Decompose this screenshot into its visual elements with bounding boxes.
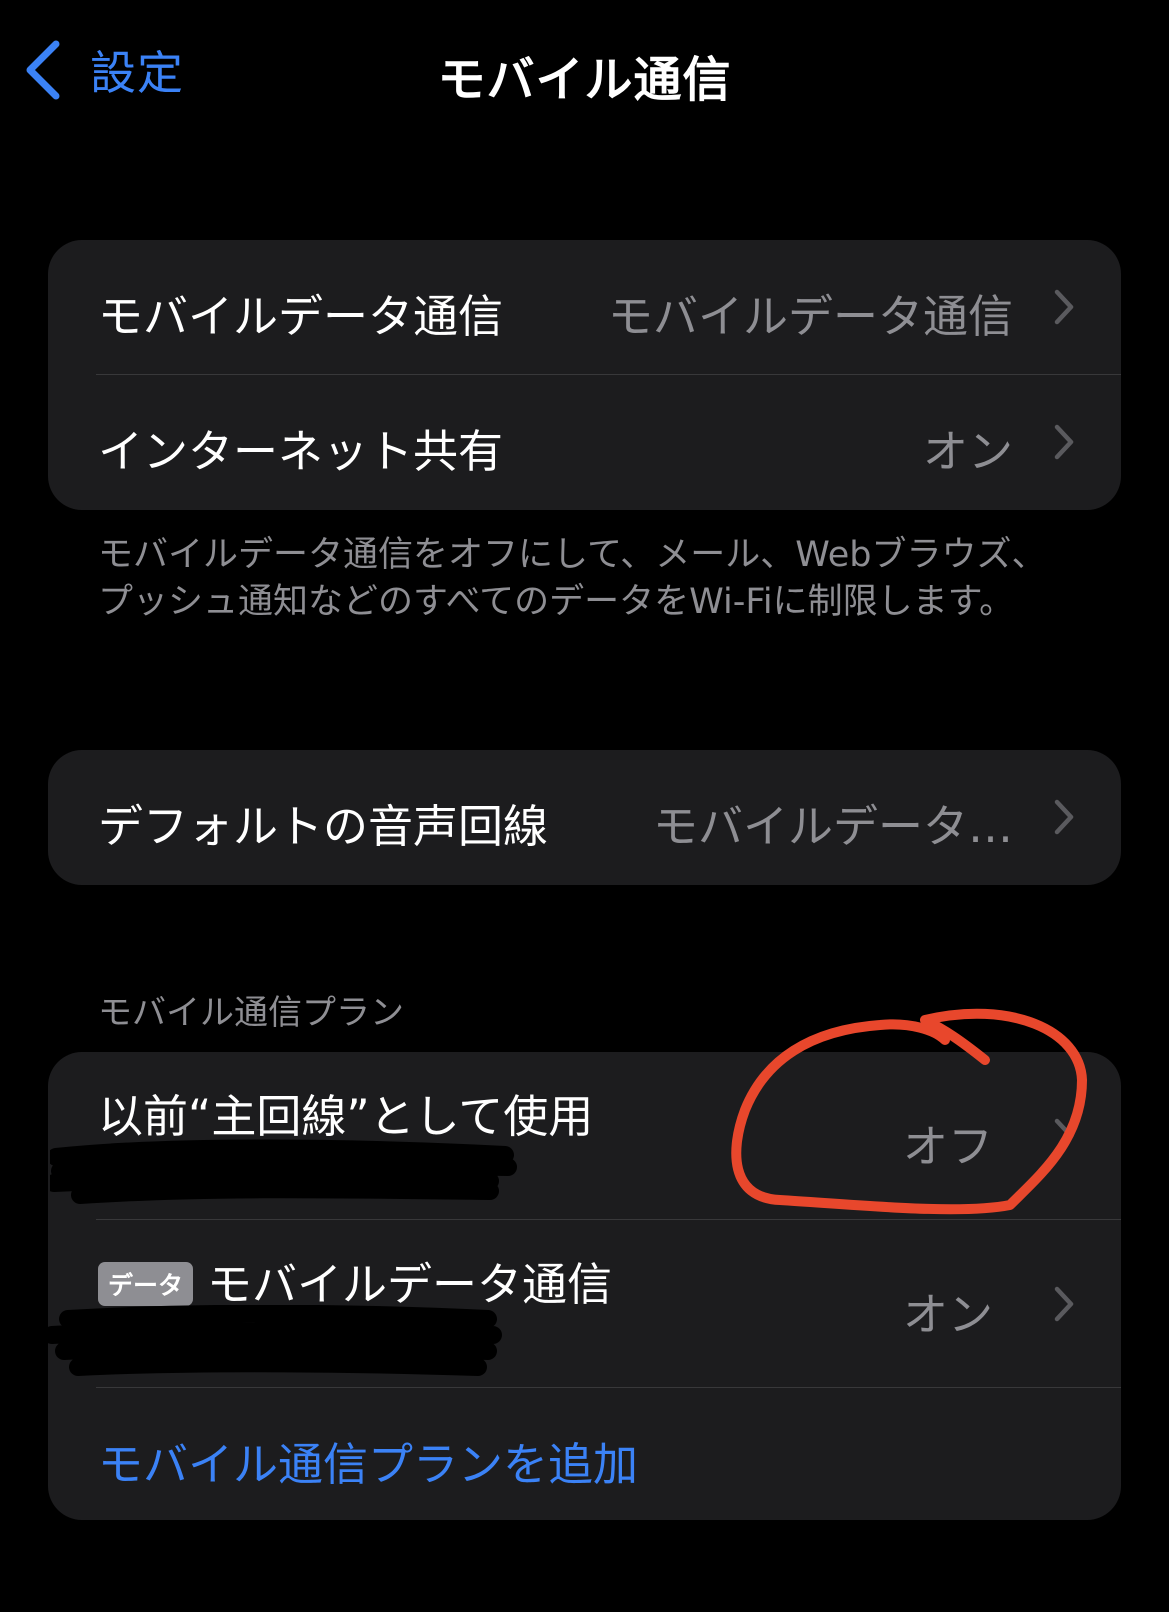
chevron-right-icon xyxy=(1054,1286,1074,1322)
row-label: インターネット共有 xyxy=(98,425,504,478)
page-title: モバイル通信 xyxy=(437,52,732,108)
row-plan-mobile-data[interactable]: データ モバイルデータ通信 オン xyxy=(48,1220,1121,1388)
redaction-scribble xyxy=(48,1305,502,1376)
row-mobile-data[interactable]: モバイルデータ通信 モバイルデータ通信 xyxy=(48,240,1121,375)
row-value: モバイルデータ通信 xyxy=(607,290,1013,343)
row-personal-hotspot[interactable]: インターネット共有 オン xyxy=(48,375,1121,510)
chevron-right-icon xyxy=(1054,799,1074,835)
row-value: オン xyxy=(902,1288,993,1341)
data-badge: データ xyxy=(98,1262,194,1306)
row-label: デフォルトの音声回線 xyxy=(98,800,549,853)
section-header-plans: モバイル通信プラン xyxy=(98,993,404,1033)
row-add-plan[interactable]: モバイル通信プランを追加 xyxy=(48,1388,1121,1520)
default-voice-line-group: デフォルトの音声回線 モバイルデータ… xyxy=(48,750,1121,885)
row-label: モバイルデータ通信 xyxy=(207,1258,613,1311)
navigation-bar: 設定 モバイル通信 xyxy=(0,0,1169,140)
chevron-right-icon xyxy=(1054,424,1074,460)
redaction-scribble xyxy=(50,1139,517,1204)
row-label-with-badge: データ モバイルデータ通信 xyxy=(98,1248,612,1313)
chevron-right-icon xyxy=(1054,289,1074,325)
chevron-right-icon xyxy=(1054,1118,1074,1154)
row-default-voice-line[interactable]: デフォルトの音声回線 モバイルデータ… xyxy=(48,750,1121,885)
row-value: オン xyxy=(922,425,1013,478)
add-cellular-plan-link[interactable]: モバイル通信プランを追加 xyxy=(98,1428,638,1493)
row-value: モバイルデータ… xyxy=(652,800,1013,853)
row-label: モバイルデータ通信 xyxy=(98,290,504,343)
row-label: 以前“主回線”として使用 xyxy=(98,1090,594,1143)
row-value: オフ xyxy=(902,1120,993,1173)
row-plan-former-primary[interactable]: 以前“主回線”として使用 オフ xyxy=(48,1052,1121,1220)
cellular-settings-group: モバイルデータ通信 モバイルデータ通信 インターネット共有 オン xyxy=(48,240,1121,510)
mobile-data-footer-note: モバイルデータ通信をオフにして、メール、Webブラウズ、プッシュ通知などのすべて… xyxy=(98,535,1047,622)
cellular-plans-group: 以前“主回線”として使用 オフ データ モバイルデータ通信 オン モバイル通信プラ… xyxy=(48,1052,1121,1520)
